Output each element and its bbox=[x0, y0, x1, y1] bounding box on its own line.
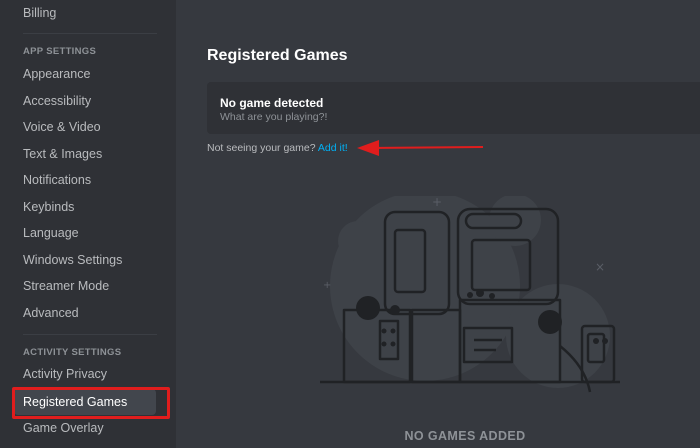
add-it-link[interactable]: Add it! bbox=[318, 142, 348, 154]
page-title: Registered Games bbox=[207, 47, 348, 64]
sidebar-item-activity-privacy[interactable]: Activity Privacy bbox=[14, 361, 156, 387]
arcade-illustration-icon: + + × bbox=[320, 196, 620, 393]
sidebar-item-notifications[interactable]: Notifications bbox=[14, 167, 156, 193]
sidebar-item-language[interactable]: Language bbox=[14, 220, 156, 246]
sidebar-item-voice-video[interactable]: Voice & Video bbox=[14, 114, 156, 140]
annotation-highlight-box bbox=[12, 387, 170, 419]
detect-subtitle: What are you playing?! bbox=[220, 111, 328, 123]
sidebar-divider bbox=[23, 334, 157, 335]
not-seeing-label: Not seeing your game? bbox=[207, 142, 316, 154]
sidebar-item-billing[interactable]: Billing bbox=[14, 0, 156, 26]
activity-settings-header: ACTIVITY SETTINGS bbox=[23, 347, 122, 358]
game-detection-panel: No game detected What are you playing?! bbox=[207, 82, 700, 134]
app-settings-header: APP SETTINGS bbox=[23, 46, 97, 57]
sidebar-item-text-images[interactable]: Text & Images bbox=[14, 141, 156, 167]
no-games-added-text: NO GAMES ADDED bbox=[404, 429, 526, 443]
sidebar-item-windows-settings[interactable]: Windows Settings bbox=[14, 247, 156, 273]
sidebar-item-appearance[interactable]: Appearance bbox=[14, 61, 156, 87]
sidebar-item-accessibility[interactable]: Accessibility bbox=[14, 88, 156, 114]
sidebar-divider bbox=[23, 33, 157, 34]
not-seeing-game-text: Not seeing your game? Add it! bbox=[207, 142, 348, 154]
settings-sidebar: Billing APP SETTINGS Appearance Accessib… bbox=[0, 0, 176, 448]
svg-text:+: + bbox=[432, 196, 442, 209]
annotation-arrow-icon bbox=[357, 140, 484, 156]
svg-text:+: + bbox=[323, 280, 331, 291]
sidebar-item-streamer-mode[interactable]: Streamer Mode bbox=[14, 273, 156, 299]
svg-text:×: × bbox=[595, 260, 605, 274]
sidebar-item-advanced[interactable]: Advanced bbox=[14, 300, 156, 326]
sidebar-item-keybinds[interactable]: Keybinds bbox=[14, 194, 156, 220]
detect-title: No game detected bbox=[220, 96, 324, 110]
